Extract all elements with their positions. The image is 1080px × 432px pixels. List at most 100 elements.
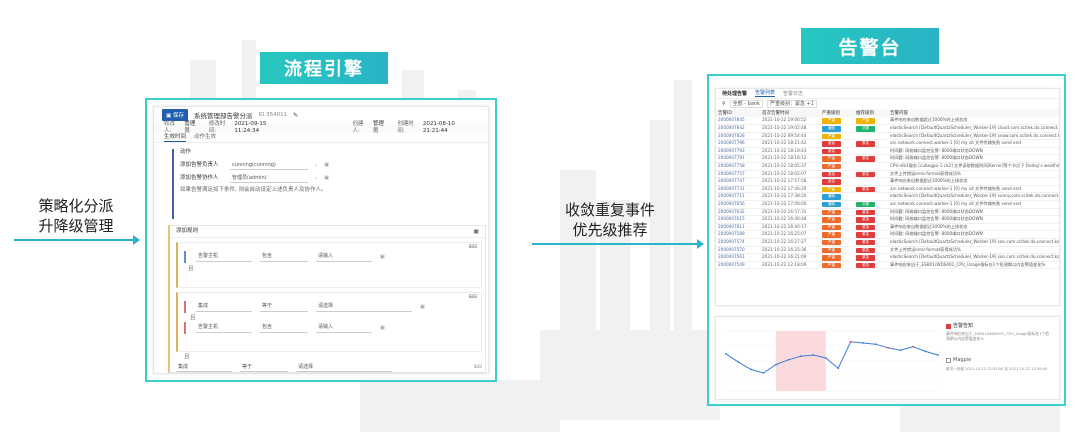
rule2-delete-icon[interactable]: ▣ (420, 304, 425, 311)
alert-content-cell: arc.network.connect.worker-1 [0] my sit … (888, 200, 1059, 209)
alert-id-cell[interactable]: 2000007570 (716, 246, 760, 255)
alert-id-cell[interactable]: 2000007747 (716, 177, 760, 186)
alert-id-cell[interactable]: 2000007549 (716, 261, 760, 270)
table-row[interactable]: 2000007757 2021-10-22 18:02:07 紧急 紧急 文件上传错误e… (716, 170, 1059, 179)
alert-id-cell[interactable]: 2000007574 (716, 238, 760, 247)
alert-id-cell[interactable]: 2000007611 (716, 223, 760, 232)
owner-delete-icon[interactable]: ▣ (324, 162, 329, 169)
alert-time-cell: 2021-10-22 17:38:20 (760, 192, 820, 201)
table-row[interactable]: 2000007791 2021-10-22 18:18:12 严重 紧急 时间戳: 网络… (716, 154, 1059, 163)
table-row[interactable]: 2000007549 2021-10-22 12:18:09 严重 紧急 事件响应来自于… (716, 261, 1059, 270)
filter-icon[interactable]: ⚲ (722, 101, 726, 107)
table-row[interactable]: 2000007758 2021-10-22 18:05:37 严重 CPU-slb1服… (716, 162, 1059, 171)
tab-pending-alerts[interactable]: 待处理告警 (722, 91, 747, 97)
alert-id-cell[interactable]: 2000007656 (716, 200, 760, 209)
table-row[interactable]: 2000007793 2021-10-22 18:19:43 紧急 时间戳: 网络端口… (716, 147, 1059, 156)
rule2-value[interactable]: 请选择 (316, 303, 412, 312)
save-button-label: 保存 (172, 113, 184, 119)
alert-id-cell[interactable]: 2000007842 (716, 124, 760, 133)
rule4-operator[interactable]: 等于 (240, 363, 288, 372)
tab-action-effect[interactable]: 动作生效 (194, 134, 216, 141)
alert-id-cell[interactable]: 2000007711 (716, 192, 760, 201)
recommended-cell: 紧急 (854, 170, 888, 179)
rule4-actions-icon[interactable]: ⊞⊟ (474, 364, 482, 371)
mid-caption-line1: 收敛重复事件 (564, 201, 655, 219)
table-row[interactable]: 2000007570 2021-10-22 16:25:36 严重 紧急 文件上传错误e… (716, 246, 1059, 255)
tab-effective-time[interactable]: 生效时间 (164, 134, 187, 142)
rule4-value[interactable]: 请选择 (296, 363, 392, 372)
rule1-value[interactable]: 请输入 (316, 253, 372, 262)
rule4-field[interactable]: 集成 (176, 363, 232, 372)
recommended-cell: 紧急 (854, 208, 888, 217)
rule3-operator[interactable]: 包含 (260, 324, 308, 333)
rule-delete-icon[interactable]: ▣ (473, 228, 479, 235)
mid-caption: 收敛重复事件 优先级推荐 (556, 200, 664, 240)
table-row[interactable]: 2000007611 2021-10-22 16:40:17 严重 紧急 事件响应来自数… (716, 223, 1059, 232)
table-row[interactable]: 2000007731 2021-10-22 17:46:29 严重 紧急 arc.net… (716, 185, 1059, 194)
table-row[interactable]: 2000007747 2021-10-22 17:57:58 紧急 事件响应来自数据超… (716, 177, 1059, 186)
edit-icon[interactable]: ✎ (293, 112, 298, 119)
alert-id-cell[interactable]: 2000007845 (716, 117, 760, 125)
magpie-checkbox[interactable] (946, 357, 951, 363)
alert-id-cell[interactable]: 2000007632 (716, 208, 760, 217)
severity-tag: 严重 (822, 232, 841, 238)
table-row[interactable]: 2000007561 2021-10-22 16:21:09 严重 紧急 elastic… (716, 253, 1059, 262)
alert-id-cell[interactable]: 2000007561 (716, 253, 760, 262)
recommended-cell (854, 162, 888, 171)
creator-value: 管理员 (372, 121, 384, 134)
column-header[interactable]: 首次告警时间 (760, 109, 820, 117)
severity-tag: 严重 (822, 217, 841, 223)
rule1-operator[interactable]: 包含 (260, 253, 308, 262)
table-row[interactable]: 2000007615 2021-10-22 16:46:48 严重 紧急 时间戳: 网络… (716, 215, 1059, 224)
table-row[interactable]: 2000007574 2021-10-22 16:27:27 严重 紧急 elastic… (716, 238, 1059, 247)
table-row[interactable]: 2000007845 2021-10-22 19:06:52 严重 严重 事件响应来自数… (716, 117, 1059, 125)
rule1-delete-icon[interactable]: ▣ (380, 254, 385, 261)
filter-chip-severity[interactable]: 严重级别：紧急 +1 (766, 100, 817, 108)
alert-id-cell[interactable]: 2000007731 (716, 185, 760, 194)
alert-content-cell: 事件响应来自数据超过1000%的上线状态 (888, 177, 1059, 186)
collaborator-select[interactable]: 管理员(admin) (230, 174, 308, 183)
alert-id-cell[interactable]: 2000007828 (716, 132, 760, 141)
column-header[interactable]: 严重级别 (820, 109, 854, 117)
table-row[interactable]: 2000007589 2021-10-22 16:25:07 严重 紧急 时间戳: 网络… (716, 230, 1059, 239)
collaborator-delete-icon[interactable]: ▣ (324, 175, 329, 182)
alert-id-cell[interactable]: 2000007615 (716, 215, 760, 224)
rule2-operator[interactable]: 等于 (260, 303, 308, 312)
tab-alert-log[interactable]: 告警日志 (783, 91, 803, 97)
alert-time-cell: 2021-10-22 16:25:36 (760, 246, 820, 255)
alert-id-cell[interactable]: 2000007758 (716, 162, 760, 171)
table-row[interactable]: 2000007842 2021-10-22 19:02:48 通知 次要 elastic… (716, 124, 1059, 133)
rule1-field[interactable]: 告警主机 (196, 253, 252, 262)
tab-alert-list[interactable]: 告警列表 (755, 90, 776, 97)
filter-chip-bank[interactable]: 全部 - bank (729, 100, 763, 108)
column-header[interactable]: 推荐级别 (854, 109, 888, 117)
rule3-delete-icon[interactable]: ▣ (380, 325, 385, 332)
alert-id-cell[interactable]: 2000007589 (716, 230, 760, 239)
table-row[interactable]: 2000007711 2021-10-22 17:38:20 通知 elasticSe… (716, 192, 1059, 201)
alert-time-cell: 2021-10-22 18:02:07 (760, 170, 820, 179)
group2-actions-icon[interactable]: ⊞⊟ (178, 293, 481, 301)
column-header[interactable]: 告警ID (716, 109, 760, 117)
owner-select[interactable]: cunning(cunning) (230, 161, 308, 170)
table-row[interactable]: 2000007656 2021-10-22 17:08:00 通知 次要 arc.net… (716, 200, 1059, 209)
table-row[interactable]: 2000007796 2021-10-22 18:21:42 紧急 紧急 arc.net… (716, 139, 1059, 148)
rule2-field[interactable]: 集成 (196, 303, 252, 312)
severity-cell: 紧急 (820, 147, 854, 156)
alert-id-cell[interactable]: 2000007791 (716, 154, 760, 163)
table-row[interactable]: 2000007828 2021-10-22 09:54:44 严重 elasticSe… (716, 132, 1059, 141)
column-header[interactable]: 告警内容 (888, 109, 1059, 117)
recommended-cell: 紧急 (854, 154, 888, 163)
table-row[interactable]: 2000007632 2021-10-22 16:57:31 严重 紧急 时间戳: 网络… (716, 208, 1059, 217)
group1-actions-icon[interactable]: ⊞⊟ (178, 243, 481, 251)
save-button[interactable]: ▣ 保存 (162, 109, 188, 121)
alert-id-cell[interactable]: 2000007757 (716, 170, 760, 179)
rule3-value[interactable]: 请输入 (316, 324, 372, 333)
severity-tag: 严重 (822, 163, 841, 170)
alert-id-cell[interactable]: 2000007796 (716, 139, 760, 148)
alert-id-cell[interactable]: 2000007793 (716, 147, 760, 156)
severity-tag: 紧急 (822, 148, 841, 154)
alert-content-cell: arc.network.connect.worker-1 [0] my sit … (888, 139, 1059, 148)
data-point (837, 367, 840, 370)
rule3-field[interactable]: 告警主机 (196, 324, 252, 333)
highlight-band (775, 331, 826, 391)
